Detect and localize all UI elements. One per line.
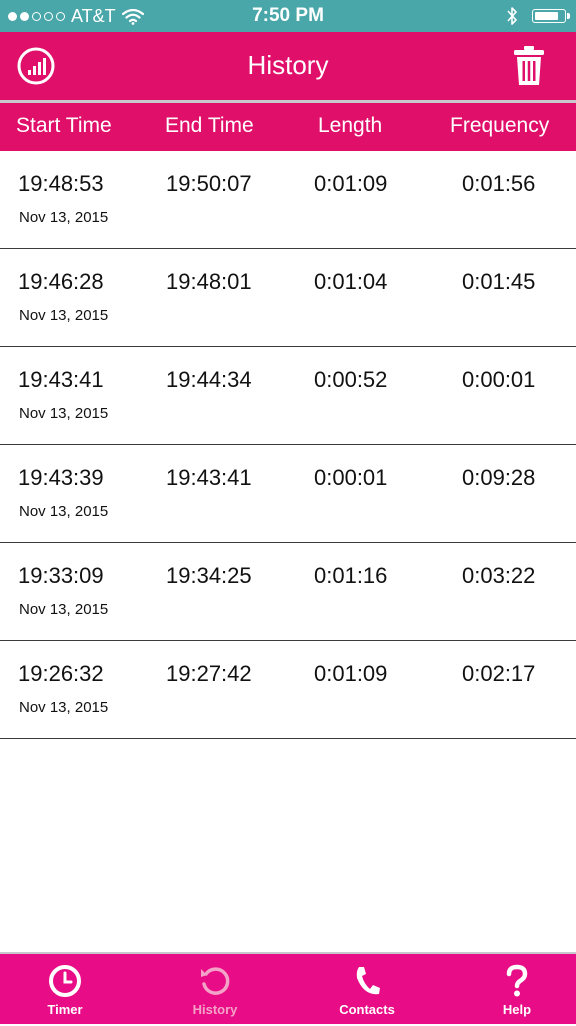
history-row[interactable]: 19:46:28 Nov 13, 2015 19:48:01 0:01:04 0…: [0, 249, 576, 347]
frequency: 0:01:45: [462, 269, 536, 294]
tab-label: Contacts: [339, 1002, 395, 1017]
battery-icon: [532, 9, 570, 23]
row-date: Nov 13, 2015: [19, 699, 109, 716]
end-time: 19:43:41: [166, 465, 252, 490]
tab-contacts[interactable]: Contacts: [312, 954, 422, 1026]
clock-icon: [49, 965, 81, 997]
question-icon: [506, 964, 528, 997]
length: 0:00:01: [314, 465, 388, 490]
navigation-bar: History: [0, 32, 576, 100]
history-row[interactable]: 19:26:32 Nov 13, 2015 19:27:42 0:01:09 0…: [0, 641, 576, 739]
trash-icon: [514, 46, 544, 85]
start-time: 19:26:32: [18, 661, 104, 686]
length: 0:01:04: [314, 269, 388, 294]
page-title: History: [247, 50, 329, 80]
status-right: [506, 6, 570, 26]
column-start-time: Start Time: [16, 114, 112, 137]
frequency: 0:09:28: [462, 465, 536, 490]
history-row[interactable]: 19:43:41 Nov 13, 2015 19:44:34 0:00:52 0…: [0, 347, 576, 445]
phone-icon: [356, 967, 380, 995]
start-time: 19:48:53: [18, 171, 104, 196]
column-frequency: Frequency: [450, 114, 550, 137]
row-date: Nov 13, 2015: [19, 601, 109, 618]
tab-timer[interactable]: Timer: [10, 954, 120, 1026]
status-time: 7:50 PM: [252, 5, 324, 26]
end-time: 19:48:01: [166, 269, 252, 294]
frequency: 0:02:17: [462, 661, 536, 686]
tab-label: Help: [502, 1002, 532, 1017]
history-list: 19:48:53 Nov 13, 2015 19:50:07 0:01:09 0…: [0, 151, 576, 739]
history-icon: [201, 967, 230, 995]
start-time: 19:43:39: [18, 465, 104, 490]
battery-level: [535, 12, 559, 20]
bluetooth-icon: [507, 7, 517, 25]
column-header: Start Time End Time Length Frequency: [0, 103, 576, 151]
end-time: 19:27:42: [166, 661, 252, 686]
end-time: 19:34:25: [166, 563, 252, 588]
length: 0:01:09: [314, 661, 388, 686]
tab-label: History: [192, 1002, 238, 1017]
frequency: 0:01:56: [462, 171, 536, 196]
history-row[interactable]: 19:43:39 Nov 13, 2015 19:43:41 0:00:01 0…: [0, 445, 576, 543]
row-date: Nov 13, 2015: [19, 405, 109, 422]
length: 0:00:52: [314, 367, 388, 392]
row-date: Nov 13, 2015: [19, 503, 109, 520]
start-time: 19:33:09: [18, 563, 104, 588]
history-row[interactable]: 19:33:09 Nov 13, 2015 19:34:25 0:01:16 0…: [0, 543, 576, 641]
row-date: Nov 13, 2015: [19, 209, 109, 226]
delete-button[interactable]: [512, 45, 546, 87]
end-time: 19:44:34: [166, 367, 252, 392]
tab-history[interactable]: History: [160, 954, 270, 1026]
tab-label: Timer: [47, 1002, 83, 1017]
end-time: 19:50:07: [166, 171, 252, 196]
column-end-time: End Time: [165, 114, 254, 137]
frequency: 0:00:01: [462, 367, 536, 392]
tab-bar: Timer History Contacts Help: [0, 952, 576, 1024]
history-row[interactable]: 19:48:53 Nov 13, 2015 19:50:07 0:01:09 0…: [0, 151, 576, 249]
length: 0:01:09: [314, 171, 388, 196]
status-bar: AT&T 7:50 PM: [0, 0, 576, 32]
frequency: 0:03:22: [462, 563, 536, 588]
length: 0:01:16: [314, 563, 388, 588]
tab-help[interactable]: Help: [462, 954, 572, 1026]
column-length: Length: [318, 114, 383, 137]
start-time: 19:46:28: [18, 269, 104, 294]
row-date: Nov 13, 2015: [19, 307, 109, 324]
start-time: 19:43:41: [18, 367, 104, 392]
